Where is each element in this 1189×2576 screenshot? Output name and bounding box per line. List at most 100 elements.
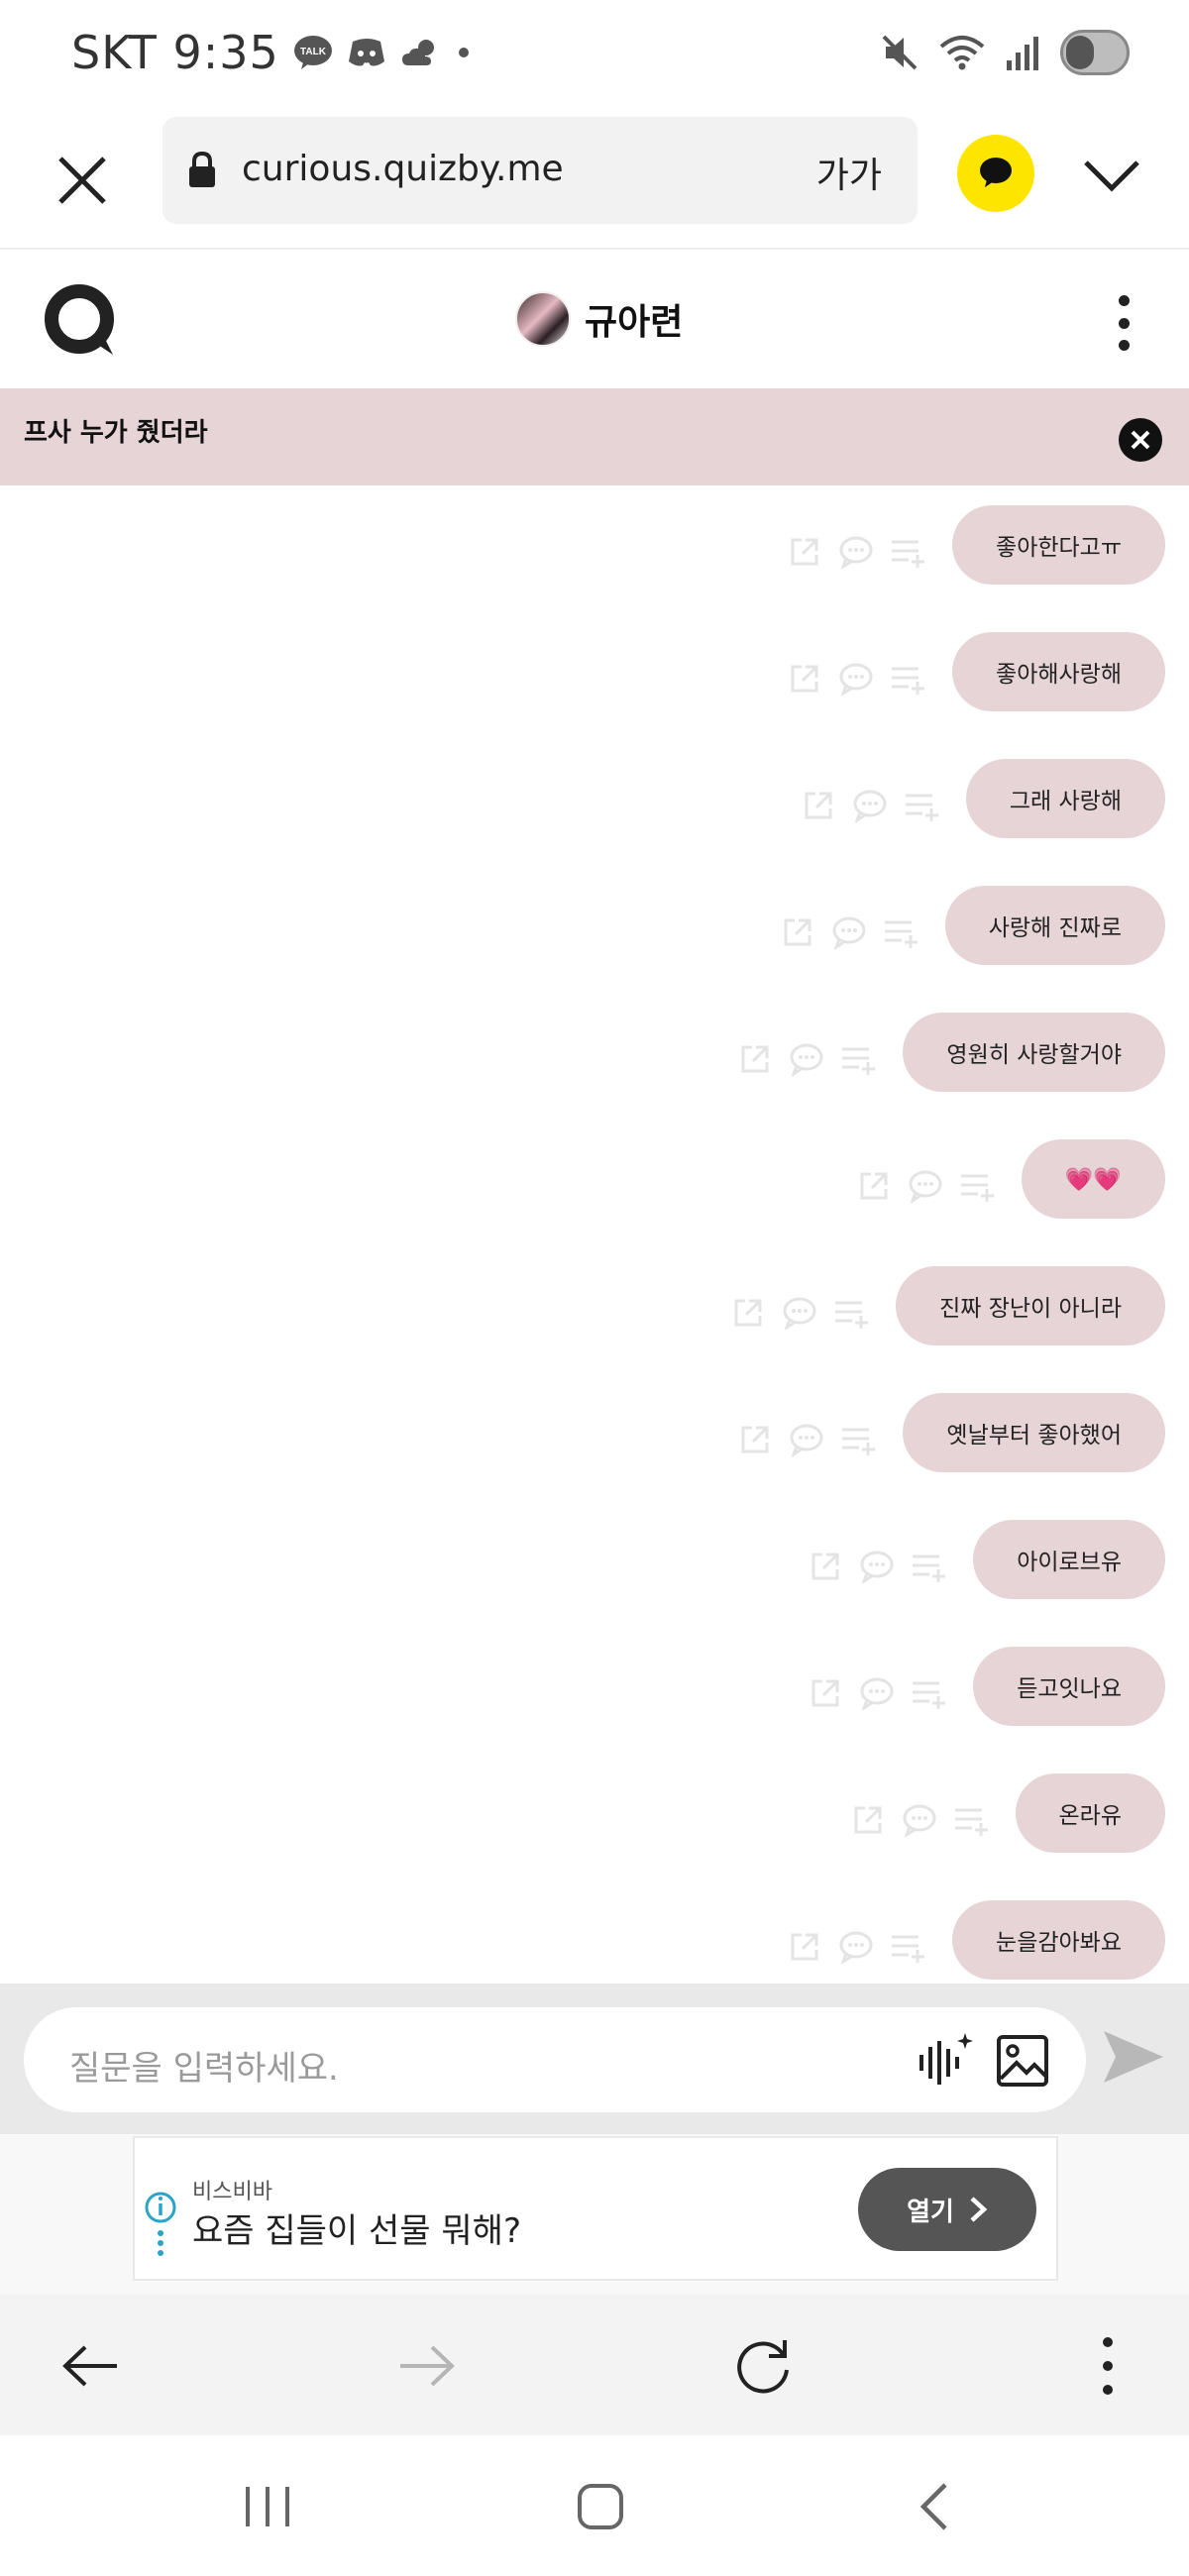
- ad-sponsor: 비스비바: [192, 2180, 272, 2204]
- message-actions: [786, 660, 926, 698]
- comment-icon[interactable]: [907, 1167, 944, 1205]
- close-tab-button[interactable]: [48, 139, 117, 222]
- share-icon[interactable]: [807, 1674, 844, 1712]
- browser-menu-button[interactable]: [1070, 2328, 1145, 2404]
- message-actions: [736, 1421, 877, 1458]
- message-row: 옛날부터 좋아했어: [736, 1393, 1165, 1472]
- comment-icon[interactable]: [837, 660, 875, 698]
- battery-level: [1066, 36, 1094, 69]
- message-bubble[interactable]: 💗💗: [1021, 1139, 1165, 1219]
- add-to-list-icon[interactable]: [903, 787, 940, 824]
- mute-icon: [880, 33, 919, 72]
- share-icon[interactable]: [736, 1421, 774, 1458]
- close-icon: [1131, 430, 1150, 450]
- back-button[interactable]: [54, 2328, 129, 2404]
- question-input-area: 질문을 입력하세요.: [0, 1984, 1189, 2134]
- text-size-button[interactable]: 가가: [816, 147, 882, 198]
- ad-card[interactable]: 비스비바 요즘 집들이 선물 뭐해? 열기: [133, 2136, 1058, 2281]
- comment-icon[interactable]: [781, 1294, 818, 1332]
- dot-icon: [456, 45, 472, 60]
- message-row: 눈을감아봐요: [786, 1900, 1165, 1980]
- profile[interactable]: 규아련: [515, 291, 683, 347]
- chevron-down-icon: [1084, 161, 1139, 192]
- url-text: curious.quizby.me: [242, 149, 564, 189]
- share-icon[interactable]: [807, 1548, 844, 1585]
- notice-close-button[interactable]: [1119, 418, 1162, 462]
- message-row: 영원히 사랑할거야: [736, 1013, 1165, 1092]
- dot: [1118, 317, 1130, 329]
- ad-title: 요즘 집들이 선물 뭐해?: [192, 2211, 521, 2251]
- share-icon[interactable]: [779, 913, 816, 951]
- comment-icon[interactable]: [788, 1421, 825, 1458]
- question-input[interactable]: 질문을 입력하세요.: [24, 2007, 1086, 2112]
- message-bubble[interactable]: 좋아해사랑해: [952, 632, 1165, 711]
- send-button[interactable]: [1102, 2027, 1165, 2091]
- message-bubble[interactable]: 눈을감아봐요: [952, 1900, 1165, 1980]
- comment-icon[interactable]: [858, 1548, 896, 1585]
- message-bubble[interactable]: 아이로브유: [973, 1520, 1165, 1599]
- chevron-right-icon: [970, 2197, 988, 2222]
- system-back-button[interactable]: [896, 2475, 975, 2538]
- share-icon[interactable]: [800, 787, 837, 824]
- add-to-list-icon[interactable]: [910, 1674, 947, 1712]
- add-to-list-icon[interactable]: [832, 1294, 870, 1332]
- message-actions: [786, 533, 926, 571]
- message-bubble[interactable]: 그래 사랑해: [965, 759, 1165, 838]
- quizby-logo[interactable]: [44, 283, 119, 363]
- message-bubble[interactable]: 듣고잇나요: [973, 1647, 1165, 1726]
- recent-apps-button[interactable]: [228, 2475, 307, 2538]
- share-icon[interactable]: [786, 1928, 823, 1966]
- arrow-right-icon: [400, 2345, 455, 2387]
- message-bubble[interactable]: 영원히 사랑할거야: [903, 1013, 1165, 1092]
- add-to-list-icon[interactable]: [889, 533, 926, 571]
- collapse-button[interactable]: [1070, 135, 1153, 218]
- share-icon[interactable]: [729, 1294, 767, 1332]
- comment-icon[interactable]: [837, 1928, 875, 1966]
- add-to-list-icon[interactable]: [952, 1801, 990, 1839]
- comment-icon[interactable]: [788, 1040, 825, 1078]
- ad-info-icon[interactable]: [141, 2190, 180, 2273]
- message-row: 그래 사랑해: [800, 759, 1165, 838]
- more-options-button[interactable]: [1112, 295, 1135, 351]
- forward-button[interactable]: [388, 2328, 464, 2404]
- recent-apps-icon: [246, 2487, 289, 2526]
- message-bubble[interactable]: 좋아한다고ㅠ: [952, 505, 1165, 585]
- home-button[interactable]: [561, 2475, 640, 2538]
- ad-open-button[interactable]: 열기: [858, 2168, 1036, 2251]
- comment-icon[interactable]: [901, 1801, 938, 1839]
- add-to-list-icon[interactable]: [889, 1928, 926, 1966]
- comment-icon[interactable]: [851, 787, 889, 824]
- image-upload-icon[interactable]: [995, 2033, 1050, 2093]
- add-to-list-icon[interactable]: [958, 1167, 996, 1205]
- share-icon[interactable]: [849, 1801, 887, 1839]
- refresh-button[interactable]: [725, 2328, 801, 2404]
- share-icon[interactable]: [786, 533, 823, 571]
- add-to-list-icon[interactable]: [839, 1421, 877, 1458]
- refresh-icon: [737, 2340, 789, 2394]
- comment-icon[interactable]: [858, 1674, 896, 1712]
- status-right: [880, 30, 1130, 75]
- message-bubble[interactable]: 진짜 장난이 아니라: [896, 1266, 1165, 1345]
- message-actions: [855, 1167, 996, 1205]
- message-bubble[interactable]: 사랑해 진짜로: [944, 886, 1165, 965]
- message-bubble[interactable]: 온라유: [1015, 1773, 1165, 1853]
- share-icon[interactable]: [786, 660, 823, 698]
- wifi-icon: [939, 33, 985, 72]
- kakao-share-button[interactable]: [957, 135, 1034, 212]
- message-row: 💗💗: [855, 1139, 1165, 1219]
- share-icon[interactable]: [855, 1167, 893, 1205]
- add-to-list-icon[interactable]: [882, 913, 919, 951]
- message-bubble[interactable]: 옛날부터 좋아했어: [903, 1393, 1165, 1472]
- share-icon[interactable]: [736, 1040, 774, 1078]
- add-to-list-icon[interactable]: [889, 660, 926, 698]
- dot: [1118, 340, 1130, 351]
- comment-icon[interactable]: [830, 913, 868, 951]
- q-logo-icon: [45, 284, 114, 355]
- question-placeholder: 질문을 입력하세요.: [69, 2049, 339, 2089]
- add-to-list-icon[interactable]: [839, 1040, 877, 1078]
- address-bar[interactable]: curious.quizby.me 가가: [162, 117, 918, 224]
- add-to-list-icon[interactable]: [910, 1548, 947, 1585]
- comment-icon[interactable]: [837, 533, 875, 571]
- system-nav-bar: [0, 2435, 1189, 2576]
- voice-input-icon[interactable]: [916, 2031, 975, 2094]
